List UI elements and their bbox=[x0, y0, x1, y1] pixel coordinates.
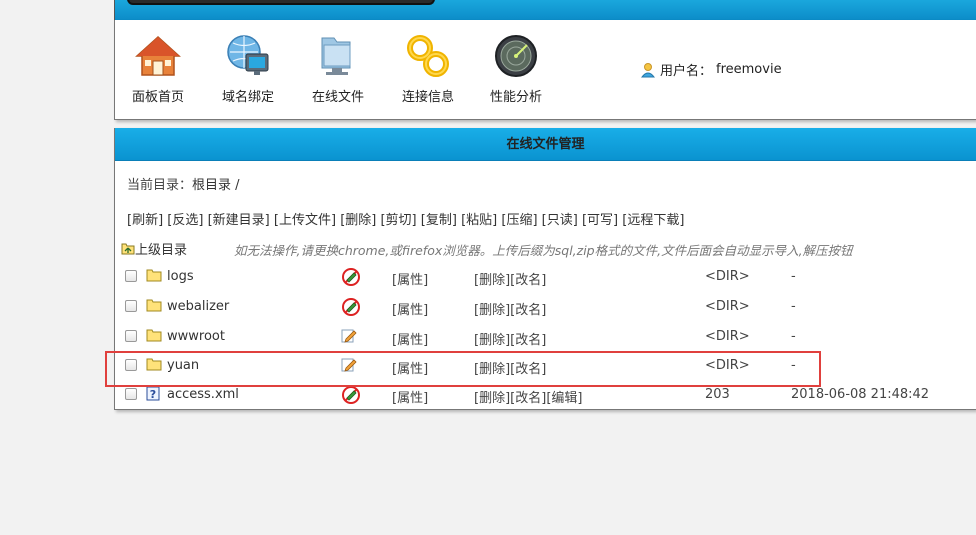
attributes-link[interactable]: [属性] bbox=[392, 329, 428, 348]
delete-link[interactable]: [删除] bbox=[474, 391, 510, 406]
top-banner bbox=[114, 0, 976, 20]
file-size: <DIR> bbox=[705, 269, 750, 284]
new-folder-button[interactable]: [新建目录] bbox=[208, 213, 270, 228]
writable-button[interactable]: [可写] bbox=[582, 213, 618, 228]
unknown-file-icon: ? bbox=[146, 386, 160, 405]
file-toolbar: [刷新] [反选] [新建目录] [上传文件] [删除] [剪切] [复制] [… bbox=[127, 209, 684, 228]
current-directory: 当前目录：根目录 / bbox=[127, 174, 240, 193]
compress-button[interactable]: [压缩] bbox=[501, 213, 537, 228]
paste-button[interactable]: [粘贴] bbox=[461, 213, 497, 228]
username: freemovie bbox=[716, 62, 782, 77]
rename-link[interactable]: [改名] bbox=[510, 303, 546, 318]
readonly-icon[interactable] bbox=[341, 385, 361, 409]
nav-item-connection[interactable]: 连接信息 bbox=[388, 32, 468, 105]
parent-dir-label: 上级目录 bbox=[135, 243, 188, 258]
current-dir-path: 根目录 / bbox=[192, 178, 240, 193]
file-size: <DIR> bbox=[705, 329, 750, 344]
nav-label-files: 在线文件 bbox=[311, 90, 364, 105]
file-name[interactable]: wwwroot bbox=[167, 329, 225, 344]
nav-panel: 面板首页 域名绑定 在线文件 连接信息 性能分析 用户名： freemovie bbox=[114, 20, 976, 120]
file-row: ? access.xml [属性] [删除][改名][编辑] 203 2018-06-08… bbox=[115, 385, 976, 407]
nav-label-domain: 域名绑定 bbox=[221, 90, 274, 105]
refresh-button[interactable]: [刷新] bbox=[127, 213, 163, 228]
rename-link[interactable]: [改名] bbox=[510, 333, 546, 348]
attributes-link[interactable]: [属性] bbox=[392, 387, 428, 406]
folder-icon bbox=[146, 328, 162, 346]
row-actions: [删除][改名] bbox=[474, 299, 546, 318]
file-size: 203 bbox=[705, 387, 730, 402]
delete-button[interactable]: [删除] bbox=[340, 213, 376, 228]
user-icon bbox=[640, 62, 656, 77]
user-info: 用户名： freemovie bbox=[640, 60, 782, 79]
house-icon bbox=[135, 35, 181, 76]
delete-link[interactable]: [删除] bbox=[474, 303, 510, 318]
parent-dir-link[interactable]: 上级目录 bbox=[121, 243, 187, 258]
folder-icon bbox=[146, 268, 162, 286]
row-actions: [删除][改名] bbox=[474, 269, 546, 288]
folder-up-icon bbox=[121, 243, 135, 255]
file-name[interactable]: webalizer bbox=[167, 299, 229, 314]
link-chain-icon bbox=[407, 35, 449, 77]
attributes-link[interactable]: [属性] bbox=[392, 299, 428, 318]
panel-title: 在线文件管理 bbox=[115, 128, 976, 161]
radar-gauge-icon bbox=[495, 35, 537, 77]
edit-link[interactable]: [编辑] bbox=[546, 391, 582, 406]
user-label: 用户名： bbox=[660, 64, 713, 79]
row-checkbox[interactable] bbox=[125, 388, 137, 400]
file-name[interactable]: logs bbox=[167, 269, 194, 284]
row-checkbox[interactable] bbox=[125, 270, 137, 282]
file-size: <DIR> bbox=[705, 299, 750, 314]
file-name[interactable]: access.xml bbox=[167, 387, 239, 402]
globe-monitor-icon bbox=[227, 35, 269, 75]
nav-label-connection: 连接信息 bbox=[401, 90, 454, 105]
cut-button[interactable]: [剪切] bbox=[380, 213, 416, 228]
file-row: logs [属性] [删除][改名] <DIR> - bbox=[115, 267, 976, 289]
parent-dir-row: 上级目录 如无法操作,请更换chrome,或firefox浏览器。上传后缀为sq… bbox=[121, 239, 853, 258]
folder-icon bbox=[146, 298, 162, 316]
writable-pencil-icon[interactable] bbox=[341, 328, 357, 348]
file-row: webalizer [属性] [删除][改名] <DIR> - bbox=[115, 297, 976, 319]
row-actions: [删除][改名][编辑] bbox=[474, 387, 582, 406]
delete-link[interactable]: [删除] bbox=[474, 273, 510, 288]
nav-label-home: 面板首页 bbox=[131, 90, 184, 105]
row-checkbox[interactable] bbox=[125, 300, 137, 312]
file-mtime: - bbox=[791, 299, 796, 314]
nav-item-performance[interactable]: 性能分析 bbox=[476, 32, 556, 105]
copy-button[interactable]: [复制] bbox=[421, 213, 457, 228]
folder-monitor-icon bbox=[321, 37, 351, 75]
file-mtime: - bbox=[791, 329, 796, 344]
row-checkbox[interactable] bbox=[125, 330, 137, 342]
delete-link[interactable]: [删除] bbox=[474, 333, 510, 348]
rename-link[interactable]: [改名] bbox=[510, 273, 546, 288]
readonly-icon[interactable] bbox=[341, 297, 361, 321]
highlight-box bbox=[105, 351, 821, 387]
remote-download-button[interactable]: [远程下载] bbox=[622, 213, 684, 228]
svg-text:?: ? bbox=[150, 388, 156, 401]
readonly-button[interactable]: [只读] bbox=[542, 213, 578, 228]
file-mtime: - bbox=[791, 269, 796, 284]
nav-item-files[interactable]: 在线文件 bbox=[298, 32, 378, 105]
upload-button[interactable]: [上传文件] bbox=[274, 213, 336, 228]
nav-item-home[interactable]: 面板首页 bbox=[118, 32, 198, 105]
file-row: wwwroot [属性] [删除][改名] <DIR> - bbox=[115, 327, 976, 349]
invert-select-button[interactable]: [反选] bbox=[167, 213, 203, 228]
current-dir-label: 当前目录： bbox=[127, 178, 193, 193]
readonly-icon[interactable] bbox=[341, 267, 361, 291]
rename-link[interactable]: [改名] bbox=[510, 391, 546, 406]
nav-item-domain[interactable]: 域名绑定 bbox=[208, 32, 288, 105]
file-mtime: 2018-06-08 21:48:42 bbox=[791, 387, 930, 402]
banner-dark-tab bbox=[127, 0, 435, 5]
row-actions: [删除][改名] bbox=[474, 329, 546, 348]
nav-label-performance: 性能分析 bbox=[489, 90, 542, 105]
upload-hint: 如无法操作,请更换chrome,或firefox浏览器。上传后缀为sql,zip… bbox=[234, 243, 853, 258]
attributes-link[interactable]: [属性] bbox=[392, 269, 428, 288]
